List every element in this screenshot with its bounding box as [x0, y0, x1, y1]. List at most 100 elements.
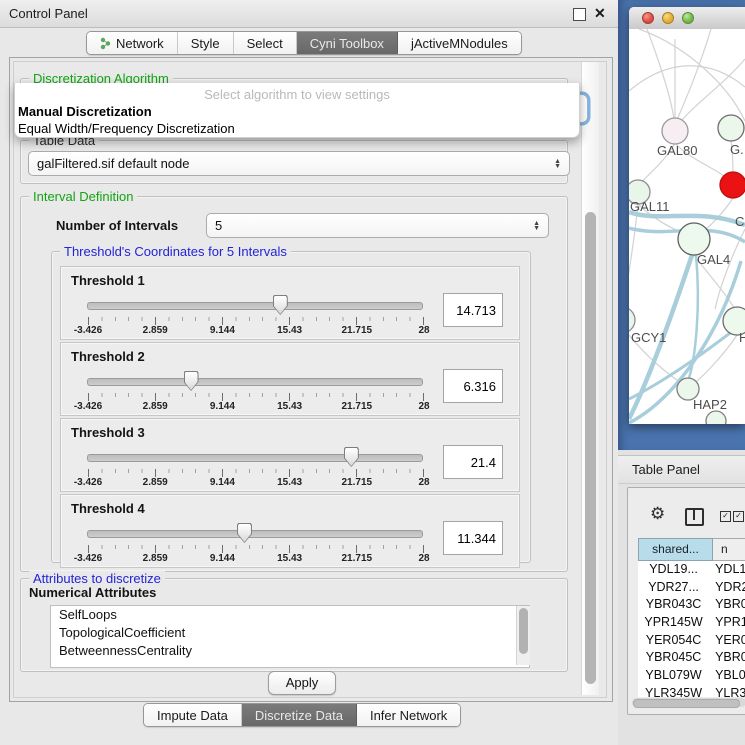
- node-bottom[interactable]: [706, 411, 726, 424]
- algorithm-option[interactable]: Manual Discretization: [15, 103, 579, 120]
- threshold-label: Threshold 4: [71, 501, 145, 516]
- cell-shared-name[interactable]: YLR345W: [638, 685, 709, 697]
- threshold-slider-handle[interactable]: [344, 447, 359, 467]
- cell-name[interactable]: YDL1: [709, 561, 745, 579]
- scrollbar-thumb[interactable]: [585, 212, 596, 684]
- tick-label: -3.426: [74, 401, 102, 412]
- tab-cyni-toolbox[interactable]: Cyni Toolbox: [297, 32, 398, 54]
- numerical-attributes-list[interactable]: SelfLoopsTopologicalCoefficientBetweenne…: [50, 605, 530, 668]
- cell-name[interactable]: YER0: [709, 632, 745, 650]
- slider-tick-labels: -3.4262.8599.14415.4321.71528: [88, 553, 424, 565]
- thresholds-group-label: Threshold's Coordinates for 5 Intervals: [60, 244, 291, 259]
- close-traffic-icon[interactable]: [642, 12, 654, 24]
- gear-icon[interactable]: ⚙: [650, 505, 665, 522]
- table-row[interactable]: YBR043CYBR0: [638, 596, 745, 614]
- table-data-combobox[interactable]: galFiltered.sif default node ▲▼: [28, 151, 570, 176]
- tab-select[interactable]: Select: [234, 32, 297, 54]
- thresholds-groupbox: Threshold's Coordinates for 5 Intervals …: [51, 251, 531, 563]
- minimize-traffic-icon[interactable]: [662, 12, 674, 24]
- panel-scrollbar[interactable]: [581, 62, 599, 695]
- network-graph: GAL80 G. GAL11 C GAL4 GCY1 H HAP2: [629, 29, 745, 424]
- attribute-list-item[interactable]: TopologicalCoefficient: [51, 624, 529, 642]
- column-header-name[interactable]: n: [713, 538, 745, 561]
- cell-shared-name[interactable]: YBL079W: [638, 667, 709, 685]
- cell-name[interactable]: YBL0: [709, 667, 745, 685]
- node-gal80[interactable]: [662, 118, 688, 144]
- cell-name[interactable]: YDR2: [709, 579, 745, 597]
- threshold-slider-handle[interactable]: [237, 523, 252, 543]
- cell-name[interactable]: YBR0: [709, 649, 745, 667]
- tab-network[interactable]: Network: [87, 32, 178, 54]
- slider-major-ticks: [88, 545, 424, 553]
- control-panel-titlebar: Control Panel ✕: [0, 0, 618, 28]
- attribute-list-item[interactable]: BetweennessCentrality: [51, 642, 529, 660]
- apply-button[interactable]: Apply: [268, 671, 336, 695]
- tab-discretize-data[interactable]: Discretize Data: [242, 704, 357, 726]
- tick-label: 28: [418, 477, 429, 488]
- tick-label: 2.859: [143, 477, 168, 488]
- slider-tick-labels: -3.4262.8599.14415.4321.71528: [88, 401, 424, 413]
- table-horizontal-scrollbar[interactable]: [632, 698, 745, 707]
- tab-infer-network[interactable]: Infer Network: [357, 704, 460, 726]
- table-row[interactable]: YDR27...YDR2: [638, 579, 745, 597]
- number-of-intervals-spinner[interactable]: 5 ▲▼: [206, 213, 549, 238]
- scrollbar-thumb[interactable]: [519, 608, 528, 654]
- threshold-panel: Threshold 3 -3.4262.8599.14415.4321.7152…: [60, 418, 520, 492]
- cell-name[interactable]: YLR3: [709, 685, 745, 697]
- threshold-slider-track[interactable]: [87, 530, 423, 538]
- checkbox-icon[interactable]: ✓: [733, 511, 744, 522]
- threshold-value-field[interactable]: 14.713: [443, 293, 503, 327]
- cell-shared-name[interactable]: YDR27...: [638, 579, 709, 597]
- threshold-panel: Threshold 4 -3.4262.8599.14415.4321.7152…: [60, 494, 520, 568]
- threshold-slider-track[interactable]: [87, 378, 423, 386]
- node-gal4[interactable]: [678, 223, 710, 255]
- checkbox-icon[interactable]: ✓: [720, 511, 731, 522]
- slider-tick-labels: -3.4262.8599.14415.4321.71528: [88, 325, 424, 337]
- cell-name[interactable]: YBR0: [709, 596, 745, 614]
- zoom-traffic-icon[interactable]: [682, 12, 694, 24]
- node-top-right[interactable]: [718, 115, 744, 141]
- table-data-value: galFiltered.sif default node: [37, 156, 189, 171]
- threshold-value-field[interactable]: 6.316: [443, 369, 503, 403]
- threshold-slider-track[interactable]: [87, 302, 423, 310]
- table-row[interactable]: YBR045CYBR0: [638, 649, 745, 667]
- threshold-slider-track[interactable]: [87, 454, 423, 462]
- cell-name[interactable]: YPR1: [709, 614, 745, 632]
- cell-shared-name[interactable]: YER054C: [638, 632, 709, 650]
- threshold-value-field[interactable]: 21.4: [443, 445, 503, 479]
- table-row[interactable]: YLR345WYLR3: [638, 685, 745, 697]
- cell-shared-name[interactable]: YBR043C: [638, 596, 709, 614]
- close-icon[interactable]: ✕: [594, 5, 606, 22]
- node-label: GAL11: [630, 199, 670, 214]
- network-canvas[interactable]: GAL80 G. GAL11 C GAL4 GCY1 H HAP2: [629, 29, 745, 424]
- tick-label: -3.426: [74, 553, 102, 564]
- cell-shared-name[interactable]: YPR145W: [638, 614, 709, 632]
- algorithm-option[interactable]: Equal Width/Frequency Discretization: [15, 120, 579, 137]
- threshold-label: Threshold 2: [71, 349, 145, 364]
- tab-label: Impute Data: [157, 708, 228, 723]
- tick-label: 9.144: [210, 401, 235, 412]
- tab-impute-data[interactable]: Impute Data: [144, 704, 242, 726]
- node-selected-red[interactable]: [720, 172, 745, 198]
- tab-jactivemnodules[interactable]: jActiveMNodules: [398, 32, 521, 54]
- column-header-shared-name[interactable]: shared...: [638, 538, 713, 561]
- threshold-slider-handle[interactable]: [184, 371, 199, 391]
- tab-style[interactable]: Style: [178, 32, 234, 54]
- table-row[interactable]: YPR145WYPR1: [638, 614, 745, 632]
- table-row[interactable]: YER054CYER0: [638, 632, 745, 650]
- node-table-rows[interactable]: YDL19...YDL1YDR27...YDR2YBR043CYBR0YPR14…: [638, 561, 745, 697]
- cell-shared-name[interactable]: YDL19...: [638, 561, 709, 579]
- scrollbar-thumb[interactable]: [633, 699, 740, 708]
- cell-shared-name[interactable]: YBR045C: [638, 649, 709, 667]
- table-row[interactable]: YDL19...YDL1: [638, 561, 745, 579]
- split-columns-icon[interactable]: [685, 508, 704, 526]
- attribute-list-item[interactable]: SelfLoops: [51, 606, 529, 624]
- threshold-slider-handle[interactable]: [273, 295, 288, 315]
- float-panel-icon[interactable]: [573, 8, 586, 21]
- attributes-scrollbar[interactable]: [516, 606, 530, 665]
- threshold-value-field[interactable]: 11.344: [443, 521, 503, 555]
- node-label: H: [739, 330, 745, 345]
- table-row[interactable]: YBL079WYBL0: [638, 667, 745, 685]
- slider-handle-face: [345, 448, 358, 466]
- tick-label: 2.859: [143, 401, 168, 412]
